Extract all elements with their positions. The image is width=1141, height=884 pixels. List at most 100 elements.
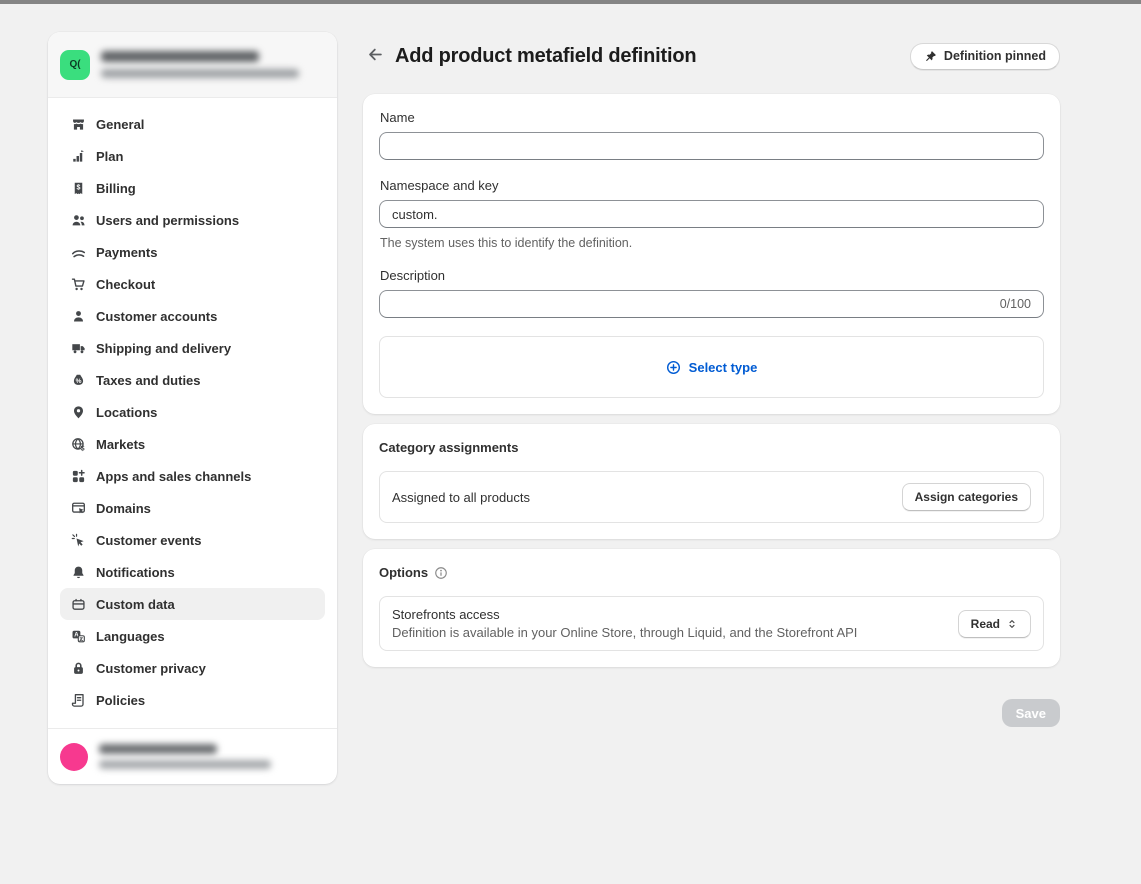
- description-field-group: Description 0/100: [379, 268, 1044, 318]
- sidebar-item-custom-data[interactable]: Custom data: [60, 588, 325, 620]
- users-icon: [70, 212, 86, 228]
- sidebar-item-general[interactable]: General: [60, 108, 325, 140]
- taxes-icon: %: [70, 372, 86, 388]
- store-avatar: Q(: [60, 50, 90, 80]
- user-footer[interactable]: [48, 728, 337, 784]
- name-field-group: Name: [379, 110, 1044, 160]
- sidebar-item-apps-and-sales-channels[interactable]: Apps and sales channels: [60, 460, 325, 492]
- pinned-button-label: Definition pinned: [944, 49, 1046, 63]
- page-title: Add product metafield definition: [395, 45, 696, 68]
- custom-data-icon: [70, 596, 86, 612]
- sidebar-item-label: Shipping and delivery: [96, 341, 231, 356]
- storefronts-access-description: Definition is available in your Online S…: [392, 625, 857, 640]
- svg-text:%: %: [75, 378, 81, 385]
- sidebar-item-checkout[interactable]: Checkout: [60, 268, 325, 300]
- sidebar-item-label: Customer privacy: [96, 661, 206, 676]
- sidebar-item-customer-events[interactable]: Customer events: [60, 524, 325, 556]
- store-name-redacted: [101, 51, 259, 62]
- store-identity: [101, 51, 299, 78]
- sidebar-item-customer-privacy[interactable]: Customer privacy: [60, 652, 325, 684]
- category-assignments-title: Category assignments: [379, 440, 518, 455]
- svg-text:$: $: [76, 184, 80, 191]
- namespace-input[interactable]: [392, 207, 1031, 222]
- sidebar-item-domains[interactable]: Domains: [60, 492, 325, 524]
- select-chevrons-icon: [1006, 618, 1018, 630]
- page-header: Add product metafield definition Definit…: [363, 40, 1060, 72]
- sidebar-item-plan[interactable]: Plan: [60, 140, 325, 172]
- globe-icon: $: [70, 436, 86, 452]
- sidebar-item-label: Checkout: [96, 277, 155, 292]
- access-select-value: Read: [971, 617, 1000, 631]
- cursor-icon: [70, 532, 86, 548]
- info-icon[interactable]: [434, 566, 448, 580]
- sidebar-item-label: Policies: [96, 693, 145, 708]
- select-type-label: Select type: [689, 360, 758, 375]
- user-name-redacted: [99, 744, 217, 754]
- top-window-strip: [0, 0, 1141, 4]
- category-assignments-header: Category assignments: [379, 440, 1044, 455]
- options-header: Options: [379, 565, 1044, 580]
- namespace-help-text: The system uses this to identify the def…: [380, 236, 1044, 250]
- namespace-field-group: Namespace and key The system uses this t…: [379, 178, 1044, 250]
- billing-icon: $: [70, 180, 86, 196]
- namespace-input-shell: [379, 200, 1044, 228]
- namespace-label: Namespace and key: [380, 178, 1044, 193]
- policies-icon: [70, 692, 86, 708]
- pin-icon: [924, 50, 937, 63]
- storefronts-access-title: Storefronts access: [392, 607, 857, 622]
- options-title: Options: [379, 565, 428, 580]
- type-picker-box: Select type: [379, 336, 1044, 398]
- sidebar-item-label: Taxes and duties: [96, 373, 201, 388]
- sidebar-item-label: Notifications: [96, 565, 175, 580]
- sidebar-item-markets[interactable]: $ Markets: [60, 428, 325, 460]
- sidebar-item-label: Apps and sales channels: [96, 469, 251, 484]
- bell-icon: [70, 564, 86, 580]
- sidebar-item-label: Users and permissions: [96, 213, 239, 228]
- payments-icon: [70, 244, 86, 260]
- sidebar-item-notifications[interactable]: Notifications: [60, 556, 325, 588]
- location-pin-icon: [70, 404, 86, 420]
- definition-pinned-button[interactable]: Definition pinned: [910, 43, 1060, 70]
- sidebar-item-languages[interactable]: A Languages: [60, 620, 325, 652]
- sidebar-item-shipping-and-delivery[interactable]: Shipping and delivery: [60, 332, 325, 364]
- sidebar-item-locations[interactable]: Locations: [60, 396, 325, 428]
- user-email-redacted: [99, 760, 271, 769]
- sidebar-item-label: Domains: [96, 501, 151, 516]
- description-label: Description: [380, 268, 1044, 283]
- settings-sidebar: Q( General Plan $ Billing Users and perm…: [48, 32, 337, 784]
- assign-categories-button[interactable]: Assign categories: [902, 483, 1031, 511]
- svg-text:$: $: [80, 445, 84, 451]
- person-icon: [70, 308, 86, 324]
- main-content: Add product metafield definition Definit…: [363, 40, 1060, 727]
- sidebar-item-taxes-and-duties[interactable]: % Taxes and duties: [60, 364, 325, 396]
- arrow-left-icon: [366, 46, 383, 66]
- store-header[interactable]: Q(: [48, 32, 337, 98]
- plan-icon: [70, 148, 86, 164]
- sidebar-item-customer-accounts[interactable]: Customer accounts: [60, 300, 325, 332]
- sidebar-item-billing[interactable]: $ Billing: [60, 172, 325, 204]
- sidebar-item-label: Plan: [96, 149, 123, 164]
- sidebar-item-label: General: [96, 117, 144, 132]
- user-avatar: [60, 743, 88, 771]
- description-input[interactable]: [392, 297, 992, 312]
- lock-icon: [70, 660, 86, 676]
- back-button[interactable]: [363, 45, 385, 67]
- save-button[interactable]: Save: [1002, 699, 1060, 727]
- store-icon: [70, 116, 86, 132]
- sidebar-item-users-and-permissions[interactable]: Users and permissions: [60, 204, 325, 236]
- sidebar-item-policies[interactable]: Policies: [60, 684, 325, 716]
- storefronts-access-row: Storefronts access Definition is availab…: [379, 596, 1044, 651]
- domains-icon: [70, 500, 86, 516]
- sidebar-item-label: Languages: [96, 629, 165, 644]
- translate-icon: A: [70, 628, 86, 644]
- cart-icon: [70, 276, 86, 292]
- truck-icon: [70, 340, 86, 356]
- storefronts-access-select[interactable]: Read: [958, 610, 1031, 638]
- store-domain-redacted: [101, 69, 299, 78]
- character-counter: 0/100: [1000, 297, 1031, 311]
- select-type-button[interactable]: Select type: [666, 360, 758, 375]
- sidebar-item-payments[interactable]: Payments: [60, 236, 325, 268]
- sidebar-item-label: Billing: [96, 181, 136, 196]
- options-card: Options Storefronts access Definition is…: [363, 549, 1060, 667]
- name-input[interactable]: [392, 139, 1031, 154]
